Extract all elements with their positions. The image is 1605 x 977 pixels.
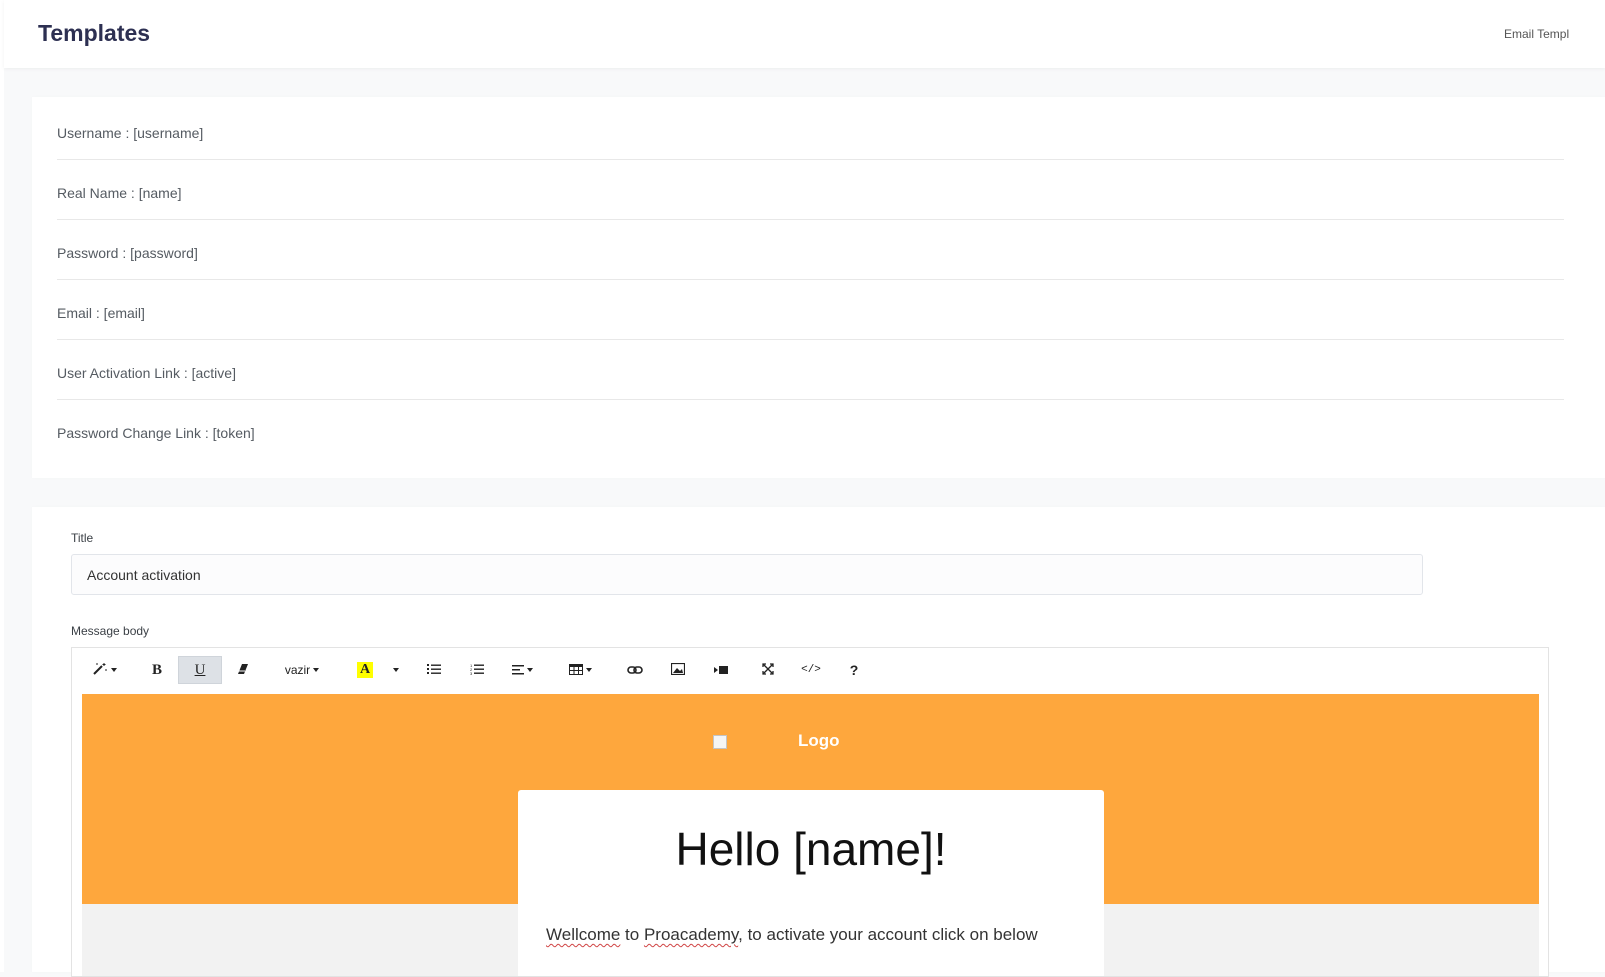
variable-row: Username : [username] <box>57 100 1564 160</box>
logo-alt-text: Logo <box>798 731 840 750</box>
breadcrumb[interactable]: Email Templ <box>1504 27 1569 41</box>
variable-row: Password : [password] <box>57 220 1564 280</box>
rich-text-editor: B U vazir A 1 2 3 </> ? Logo Hello [name… <box>71 647 1549 977</box>
variable-username: Username : [username] <box>57 125 204 141</box>
link-icon <box>627 663 643 678</box>
video-icon <box>714 663 728 678</box>
chevron-down-icon <box>392 668 399 672</box>
variable-row: Real Name : [name] <box>57 160 1564 220</box>
video-button[interactable] <box>703 656 739 684</box>
chevron-down-icon <box>110 668 117 672</box>
table-icon <box>568 663 583 678</box>
link-button[interactable] <box>617 656 653 684</box>
variable-email: Email : [email] <box>57 305 145 321</box>
font-name-dropdown[interactable]: vazir <box>272 656 332 684</box>
help-button[interactable]: ? <box>836 656 872 684</box>
code-view-button[interactable]: </> <box>793 656 829 684</box>
welcome-rest: , to activate your account click on belo… <box>738 925 1038 944</box>
text-color-button[interactable]: A <box>347 656 383 684</box>
eraser-icon <box>237 663 249 678</box>
underline-button[interactable]: U <box>178 656 222 684</box>
style-button[interactable] <box>86 656 122 684</box>
picture-button[interactable] <box>660 656 696 684</box>
message-body-label: Message body <box>71 624 150 638</box>
chevron-down-icon <box>526 668 533 672</box>
variable-row: User Activation Link : [active] <box>57 340 1564 400</box>
template-variables-card: Username : [username] Real Name : [name]… <box>32 97 1605 478</box>
chevron-down-icon <box>313 668 320 672</box>
left-edge <box>0 0 4 972</box>
variable-password: Password : [password] <box>57 245 198 261</box>
page-title: Templates <box>38 20 151 46</box>
title-label: Title <box>71 531 94 545</box>
unordered-list-icon <box>427 663 441 678</box>
top-bar: Templates Email Templ <box>4 0 1605 68</box>
color-dropdown-button[interactable] <box>385 656 403 684</box>
unordered-list-button[interactable] <box>416 656 452 684</box>
editor-content[interactable]: Logo Hello [name]! Wellcome to Proacadem… <box>82 694 1539 976</box>
variable-active: User Activation Link : [active] <box>57 365 236 381</box>
template-form-card: Title Message body B U <box>32 507 1605 977</box>
chevron-down-icon <box>585 668 592 672</box>
email-card: Hello [name]! Wellcome to Proacademy, to… <box>518 790 1104 976</box>
variable-token: Password Change Link : [token] <box>57 425 255 441</box>
fullscreen-button[interactable] <box>750 656 786 684</box>
email-welcome-text: Wellcome to Proacademy, to activate your… <box>546 925 1038 945</box>
ordered-list-icon: 1 2 3 <box>470 663 484 678</box>
variable-row: Email : [email] <box>57 280 1564 340</box>
svg-text:3: 3 <box>470 671 473 675</box>
clear-format-button[interactable] <box>225 656 261 684</box>
fullscreen-icon <box>762 662 774 678</box>
ordered-list-button[interactable]: 1 2 3 <box>459 656 495 684</box>
magic-wand-icon <box>92 662 108 679</box>
table-dropdown-button[interactable] <box>560 656 600 684</box>
welcome-connector: to <box>620 925 644 944</box>
editor-toolbar: B U vazir A 1 2 3 </> ? <box>72 648 1548 694</box>
brand-name: Proacademy <box>643 925 739 944</box>
variable-name: Real Name : [name] <box>57 185 182 201</box>
image-icon <box>670 662 686 678</box>
variable-row: Password Change Link : [token] <box>57 400 1564 460</box>
font-name-label: vazir <box>284 663 311 677</box>
title-input[interactable] <box>71 554 1423 595</box>
align-icon <box>511 663 524 678</box>
bold-button[interactable]: B <box>139 656 175 684</box>
text-color-glyph: A <box>356 662 374 678</box>
misspelled-word: Wellcome <box>546 925 621 944</box>
email-greeting: Hello [name]! <box>675 823 947 875</box>
broken-image-icon <box>713 735 727 749</box>
align-dropdown-button[interactable] <box>502 656 542 684</box>
